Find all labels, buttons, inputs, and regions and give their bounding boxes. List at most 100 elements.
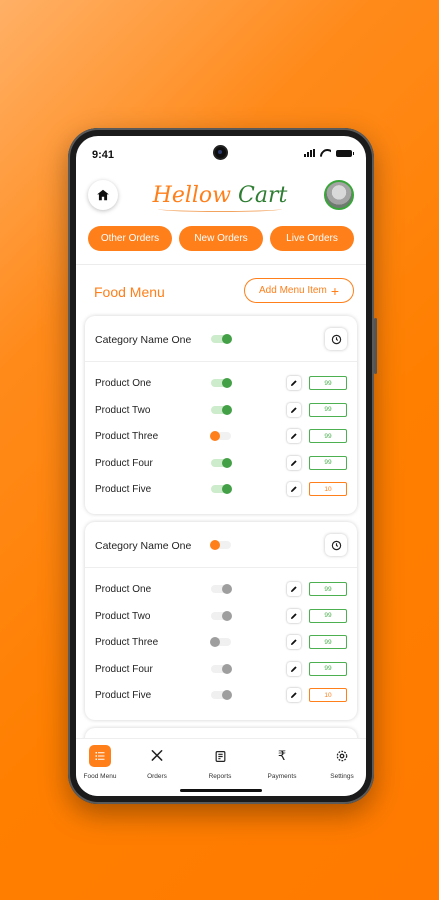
product-name: Product Four [95,457,153,469]
wifi-icon [320,149,331,157]
pencil-icon [291,665,297,672]
page-title: Food Menu [94,284,165,300]
price-input[interactable]: 99 [309,608,347,623]
category-toggle[interactable] [210,540,231,550]
nav-label: Settings [330,773,354,780]
product-toggle[interactable] [210,431,231,441]
pencil-icon [291,612,297,619]
price-input[interactable]: 99 [309,455,347,470]
home-indicator [180,789,262,792]
price-input[interactable]: 10 [309,688,347,702]
schedule-button[interactable] [325,534,347,556]
nav-food-menu[interactable]: Food Menu [76,745,128,780]
home-icon [97,189,109,201]
bottom-nav: Food Menu Orders Reports ₹ Payments Sett… [76,738,366,796]
product-toggle[interactable] [211,663,232,674]
pencil-icon [291,486,297,492]
pencil-icon [291,586,297,592]
product-list: Product One 99 Product Two 99 Product Th… [85,372,357,505]
nav-label: Orders [147,773,167,780]
schedule-button[interactable] [325,328,347,350]
product-toggle[interactable] [211,457,232,468]
edit-button[interactable] [287,661,301,676]
product-toggle[interactable] [211,404,232,415]
price-input[interactable]: 99 [309,661,347,676]
product-toggle[interactable] [211,610,232,621]
edit-button[interactable] [287,402,301,417]
logo-swash [158,206,282,212]
product-toggle[interactable] [210,637,231,647]
price-input[interactable]: 99 [309,429,347,443]
product-name: Product Five [95,484,152,495]
status-bar: 9:41 [76,136,366,170]
divider [76,264,366,265]
edit-button[interactable] [287,429,301,443]
product-toggle[interactable] [211,584,232,594]
home-button[interactable] [88,180,118,210]
pencil-icon [291,692,297,698]
product-toggle[interactable] [211,484,232,494]
pencil-icon [291,459,297,466]
gear-icon [331,745,353,767]
app-screen: 9:41 Hellow Cart Other Orders New Orders… [76,136,366,796]
list-item: Product One 99 [85,372,357,399]
pencil-icon [291,433,297,439]
system-icons [304,149,354,157]
list-item: Product Two 99 [85,399,357,426]
price-input[interactable]: 99 [309,402,347,417]
nav-payments[interactable]: ₹ Payments [254,745,310,780]
product-toggle[interactable] [211,378,232,388]
avatar[interactable] [324,180,354,210]
status-time: 9:41 [92,149,115,161]
nav-settings[interactable]: Settings [314,745,366,780]
edit-button[interactable] [287,482,301,496]
add-menu-item-label: Add Menu Item [259,285,327,296]
product-name: Product One [95,378,152,389]
camera-icon [215,147,226,158]
nav-orders[interactable]: Orders [129,745,185,780]
signal-icon [304,149,315,157]
list-item: Product Four 99 [85,658,357,685]
edit-button[interactable] [287,608,301,623]
rupee-icon: ₹ [277,748,287,763]
edit-button[interactable] [287,376,301,390]
list-item: Product Five 10 [85,684,357,711]
section-header: Food Menu Add Menu Item + [88,276,354,304]
price-input[interactable]: 99 [309,635,347,649]
edit-button[interactable] [287,582,301,596]
list-item: Product Three 99 [85,425,357,452]
other-orders-button[interactable]: Other Orders [88,226,172,251]
product-list: Product One 99 Product Two 99 Product Th… [85,578,357,711]
edit-button[interactable] [287,455,301,470]
price-input[interactable]: 10 [309,482,347,496]
category-toggle[interactable] [211,334,232,344]
pencil-icon [291,380,297,386]
category-name: Category Name One [95,540,192,552]
clock-icon [331,334,341,344]
product-name: Product One [95,584,152,595]
new-orders-button[interactable]: New Orders [179,226,263,251]
nav-label: Food Menu [83,773,117,780]
category-card: Category Name One Product One 99 Product… [85,522,357,720]
add-menu-item-button[interactable]: Add Menu Item + [244,278,354,303]
report-icon [209,745,231,767]
list-item: Product Five 10 [85,478,357,505]
edit-button[interactable] [287,688,301,702]
product-toggle[interactable] [211,690,232,700]
pencil-icon [291,406,297,413]
pencil-icon [291,639,297,645]
live-orders-button[interactable]: Live Orders [270,226,354,251]
price-input[interactable]: 99 [309,376,347,390]
edit-button[interactable] [287,635,301,649]
list-item: Product Three 99 [85,631,357,658]
category-header: Category Name One [85,316,357,362]
phone-frame: 9:41 Hellow Cart Other Orders New Orders… [68,128,377,804]
product-name: Product Four [95,663,153,675]
product-name: Product Two [95,610,151,622]
category-header: Category Name One [85,522,357,568]
list-item: Product Four 99 [85,452,357,479]
price-input[interactable]: 99 [309,582,347,596]
product-name: Product Five [95,690,152,701]
nav-reports[interactable]: Reports [192,745,248,780]
list-item: Product Two 99 [85,605,357,632]
